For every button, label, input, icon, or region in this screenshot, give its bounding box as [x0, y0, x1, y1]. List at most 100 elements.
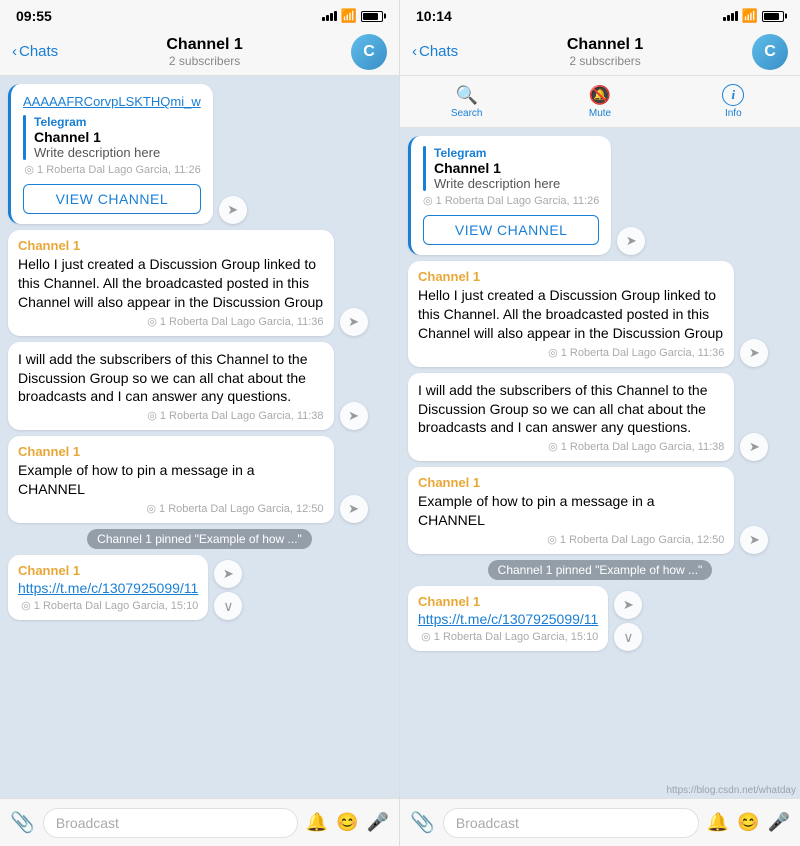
right-msg3-channel: Channel 1	[418, 475, 724, 490]
left-msg1: Channel 1 Hello I just created a Discuss…	[8, 230, 334, 336]
left-msg4-chevron[interactable]: ∨	[214, 592, 242, 620]
left-msg1-row: Channel 1 Hello I just created a Discuss…	[8, 230, 391, 336]
left-subscriber-count: 2 subscribers	[166, 54, 242, 68]
right-msg3-row: Channel 1 Example of how to pin a messag…	[408, 467, 792, 554]
right-input-bar: 📎 Broadcast 🔔 😊 🎤	[400, 798, 800, 846]
left-msg4-link[interactable]: https://t.me/c/1307925099/11	[18, 580, 198, 596]
right-chat-area: Telegram Channel 1 Write description her…	[400, 128, 800, 798]
left-info-share[interactable]: ➤	[219, 196, 247, 224]
right-msg2-share[interactable]: ➤	[740, 433, 768, 461]
chevron-left-icon: ‹	[12, 43, 17, 60]
left-msg3: Channel 1 Example of how to pin a messag…	[8, 436, 334, 523]
right-msg3-share[interactable]: ➤	[740, 526, 768, 554]
left-view-channel-btn[interactable]: VIEW CHANNEL	[23, 184, 201, 214]
right-info-desc: Write description here	[434, 176, 560, 191]
left-msg4-row: Channel 1 https://t.me/c/1307925099/11 ◎…	[8, 555, 391, 620]
left-info-row: AAAAAFRCorvpLSKTHQmi_w Telegram Channel …	[8, 84, 391, 224]
info-icon: i	[722, 84, 744, 106]
right-msg1-channel: Channel 1	[418, 269, 724, 284]
left-sticker-icon[interactable]: 😊	[336, 812, 358, 833]
right-channel-title: Channel 1	[567, 36, 643, 54]
mute-icon: 🔕	[589, 85, 611, 106]
search-label: Search	[451, 108, 483, 119]
left-broadcast-input[interactable]: Broadcast	[43, 808, 298, 838]
left-avatar[interactable]: C	[351, 34, 387, 70]
left-chat-area: AAAAAFRCorvpLSKTHQmi_w Telegram Channel …	[0, 76, 399, 798]
right-msg4-chevron[interactable]: ∨	[614, 623, 642, 651]
left-msg2-share[interactable]: ➤	[340, 402, 368, 430]
right-msg2-text: I will add the subscribers of this Chann…	[418, 381, 724, 438]
left-panel: 09:55 📶 ‹ Chats Channel 1 2 subscribers …	[0, 0, 400, 846]
right-msg3-meta: ◎ 1 Roberta Dal Lago Garcia, 12:50	[418, 533, 724, 546]
right-msg3: Channel 1 Example of how to pin a messag…	[408, 467, 734, 554]
left-msg4: Channel 1 https://t.me/c/1307925099/11 ◎…	[8, 555, 208, 620]
right-attach-icon[interactable]: 📎	[410, 810, 435, 835]
right-msg4-link[interactable]: https://t.me/c/1307925099/11	[418, 611, 598, 627]
right-time: 10:14	[416, 8, 452, 24]
right-wifi-icon: 📶	[742, 8, 758, 24]
search-icon: 🔍	[455, 85, 477, 106]
left-msg4-meta: ◎ 1 Roberta Dal Lago Garcia, 15:10	[18, 599, 198, 612]
right-sticker-icon[interactable]: 😊	[737, 812, 759, 833]
right-chevron-left-icon: ‹	[412, 43, 417, 60]
right-info-share[interactable]: ➤	[617, 227, 645, 255]
right-info-row: Telegram Channel 1 Write description her…	[408, 136, 792, 255]
right-msg3-text: Example of how to pin a message in a CHA…	[418, 492, 724, 530]
right-broadcast-input[interactable]: Broadcast	[443, 808, 699, 838]
right-avatar[interactable]: C	[752, 34, 788, 70]
right-back-label: Chats	[419, 43, 458, 60]
info-action[interactable]: i Info	[703, 84, 763, 119]
right-msg4-channel: Channel 1	[418, 594, 598, 609]
left-bell-icon[interactable]: 🔔	[306, 812, 328, 833]
left-nav-bar: ‹ Chats Channel 1 2 subscribers C	[0, 28, 399, 76]
left-back-button[interactable]: ‹ Chats	[12, 43, 58, 60]
left-channel-title: Channel 1	[166, 36, 242, 54]
back-label: Chats	[19, 43, 58, 60]
right-bell-icon[interactable]: 🔔	[707, 812, 729, 833]
right-msg1-row: Channel 1 Hello I just created a Discuss…	[408, 261, 792, 367]
left-msg3-share[interactable]: ➤	[340, 495, 368, 523]
left-input-bar: 📎 Broadcast 🔔 😊 🎤	[0, 798, 399, 846]
right-msg1: Channel 1 Hello I just created a Discuss…	[408, 261, 734, 367]
left-info-url[interactable]: AAAAAFRCorvpLSKTHQmi_w	[23, 94, 201, 109]
right-status-bar: 10:14 📶	[400, 0, 800, 28]
right-back-button[interactable]: ‹ Chats	[412, 43, 458, 60]
left-msg2: I will add the subscribers of this Chann…	[8, 342, 334, 431]
left-info-channel: Channel 1	[34, 129, 160, 145]
wifi-icon: 📶	[341, 8, 357, 24]
right-mic-icon[interactable]: 🎤	[768, 812, 790, 833]
right-info-meta: ◎ 1 Roberta Dal Lago Garcia, 11:26	[423, 194, 599, 207]
right-msg4-share[interactable]: ➤	[614, 591, 642, 619]
left-msg3-row: Channel 1 Example of how to pin a messag…	[8, 436, 391, 523]
right-info-bubble: Telegram Channel 1 Write description her…	[408, 136, 611, 255]
right-msg2-row: I will add the subscribers of this Chann…	[408, 373, 792, 462]
right-view-channel-btn[interactable]: VIEW CHANNEL	[423, 215, 599, 245]
right-msg4-meta: ◎ 1 Roberta Dal Lago Garcia, 15:10	[418, 630, 598, 643]
mute-label: Mute	[589, 108, 611, 119]
right-info-channel: Channel 1	[434, 160, 560, 176]
left-msg1-share[interactable]: ➤	[340, 308, 368, 336]
left-info-bubble: AAAAAFRCorvpLSKTHQmi_w Telegram Channel …	[8, 84, 213, 224]
right-nav-center: Channel 1 2 subscribers	[567, 36, 643, 68]
left-time: 09:55	[16, 8, 52, 24]
right-msg4: Channel 1 https://t.me/c/1307925099/11 ◎…	[408, 586, 608, 651]
left-mic-icon[interactable]: 🎤	[367, 812, 389, 833]
search-action[interactable]: 🔍 Search	[437, 85, 497, 119]
right-msg1-share[interactable]: ➤	[740, 339, 768, 367]
left-msg1-text: Hello I just created a Discussion Group …	[18, 255, 324, 312]
right-msg1-meta: ◎ 1 Roberta Dal Lago Garcia, 11:36	[418, 346, 724, 359]
signal-icon	[322, 11, 337, 21]
right-battery-icon	[762, 11, 784, 22]
left-msg4-share[interactable]: ➤	[214, 560, 242, 588]
left-info-meta: ◎ 1 Roberta Dal Lago Garcia, 11:26	[23, 163, 201, 176]
left-info-source: Telegram	[34, 115, 160, 129]
right-signal-icon	[723, 11, 738, 21]
mute-action[interactable]: 🔕 Mute	[570, 85, 630, 119]
left-msg3-channel: Channel 1	[18, 444, 324, 459]
left-attach-icon[interactable]: 📎	[10, 810, 35, 835]
right-msg4-row: Channel 1 https://t.me/c/1307925099/11 ◎…	[408, 586, 792, 651]
right-msg1-text: Hello I just created a Discussion Group …	[418, 286, 724, 343]
left-msg2-text: I will add the subscribers of this Chann…	[18, 350, 324, 407]
right-action-bar: 🔍 Search 🔕 Mute i Info	[400, 76, 800, 128]
left-msg2-row: I will add the subscribers of this Chann…	[8, 342, 391, 431]
